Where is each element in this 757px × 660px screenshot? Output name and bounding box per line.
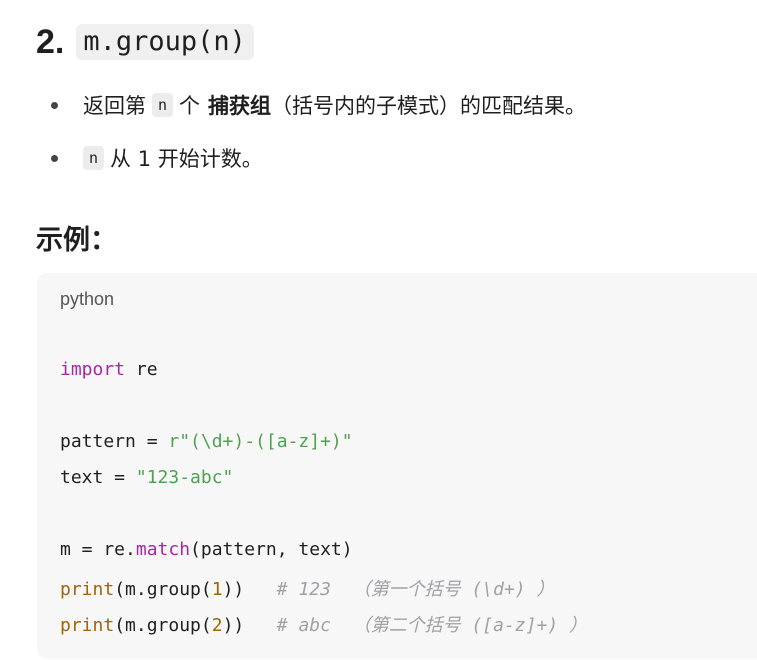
bullet-dot [51,155,58,162]
code-comment: # 123 （第一个括号 (\d+) ） [276,579,555,600]
code-line: print(m.group(1)) # 123 （第一个括号 (\d+) ） [60,575,554,601]
code-keyword: import [60,359,126,380]
code-builtin: print [60,615,115,636]
bullet-item: n 从 1 开始计数。 [0,138,757,178]
code-comment: # abc （第二个括号 ([a-z]+) ） [276,615,587,636]
bullet-content: n 从 1 开始计数。 [83,138,263,178]
code-text: (m.group( [114,615,212,636]
bullet-text: 个 [179,94,201,118]
heading-code: m.group(n) [76,24,254,60]
code-line: m = re.match(pattern, text) [60,539,353,560]
code-builtin: print [60,579,115,600]
code-text: (pattern, text) [190,539,353,560]
code-text: m = re. [60,539,136,560]
bullet-content: 返回第 n 个 捕获组 （括号内的子模式）的匹配结果。 [83,85,586,125]
bullet-text: 从 1 开始计数。 [110,147,263,171]
section-heading: 2. m.group(n) [36,18,254,66]
code-text: )) [222,615,277,636]
bullet-dot [51,102,58,109]
code-line: print(m.group(2)) # abc （第二个括号 ([a-z]+) … [60,611,587,637]
inline-code: n [83,146,105,170]
code-string: "123-abc" [135,467,234,488]
bullet-item: 返回第 n 个 捕获组 （括号内的子模式）的匹配结果。 [0,85,757,125]
code-number: 2 [211,615,223,636]
code-text: re [125,359,158,380]
bullet-text: 返回第 [83,94,146,118]
code-number: 1 [211,579,223,600]
code-line: import re [60,359,158,380]
code-method: match [135,539,191,560]
code-text: (m.group( [114,579,212,600]
code-line: text = "123-abc" [60,467,233,488]
code-text: pattern = [60,431,169,452]
example-heading: 示例： [36,225,117,256]
code-text: )) [222,579,277,600]
heading-number: 2. [36,22,65,61]
code-line: pattern = r"(\d+)-([a-z]+)" [60,431,353,452]
code-text: text = [60,467,136,488]
bullet-text: （括号内的子模式）的匹配结果。 [271,94,587,118]
code-string: r"(\d+)-([a-z]+)" [168,431,353,452]
inline-code: n [152,93,174,117]
bullet-bold-text: 捕获组 [208,94,272,118]
code-block[interactable]: python import re pattern = r"(\d+)-([a-z… [37,273,757,659]
code-language-label: python [60,289,115,309]
